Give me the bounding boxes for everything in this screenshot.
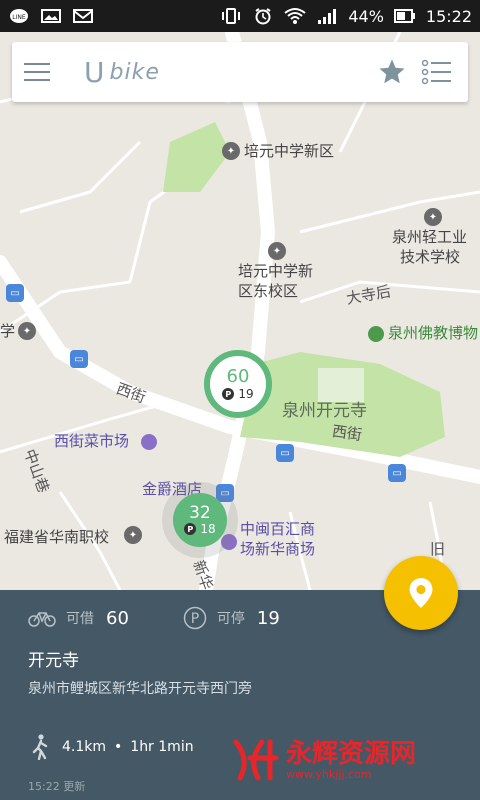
map-label: 泉州佛教博物 <box>388 324 479 342</box>
availability-row: 可借 60 P 可停 19 <box>28 606 280 630</box>
map-label: 区东校区 <box>238 282 299 300</box>
app-logo: Ubike <box>84 56 160 89</box>
map-label: 培元中学新区 <box>244 142 335 160</box>
borrow-label: 可借 <box>66 611 94 627</box>
watermark-text: 永辉资源网 <box>286 738 417 769</box>
menu-icon-line <box>24 71 50 73</box>
menu-icon-line <box>24 63 50 65</box>
battery-icon <box>393 7 416 25</box>
school-icon: ✦ <box>124 526 142 544</box>
borrow-count: 60 <box>106 607 129 629</box>
alarm-icon <box>252 7 274 25</box>
school-icon: ✦ <box>268 242 286 260</box>
line-icon: LINE <box>8 7 30 25</box>
park-label: 可停 <box>216 611 245 627</box>
walking-info: 4.1km • 1hr 1min <box>30 734 194 760</box>
school-icon: ✦ <box>18 322 36 340</box>
map-label: 泉州开元寺 <box>282 401 367 421</box>
bike-icon <box>28 612 56 627</box>
map-label: 泉州轻工业 <box>392 228 468 246</box>
station-marker[interactable]: 32 P 18 <box>162 482 238 558</box>
school-icon: ✦ <box>424 208 442 226</box>
separator-dot: • <box>114 739 123 755</box>
museum-icon <box>368 326 384 342</box>
location-pin-icon <box>409 578 433 608</box>
marker-park-value: 19 <box>238 387 254 401</box>
bus-stop-icon: ▭ <box>6 284 24 302</box>
image-icon <box>40 7 62 25</box>
svg-text:P: P <box>191 611 199 627</box>
walk-distance: 4.1km <box>62 739 107 755</box>
map-label: 旧 <box>430 540 446 558</box>
map-label: 培元中学新 <box>238 262 314 280</box>
locate-button[interactable] <box>384 556 458 630</box>
marker-park-count: P 18 <box>184 522 216 536</box>
signal-icon <box>316 7 338 25</box>
map-label: 场新华商场 <box>240 540 316 558</box>
bus-stop-icon: ▭ <box>388 464 406 482</box>
vibrate-icon <box>220 7 242 25</box>
station-marker-selected[interactable]: 60 P 19 <box>204 350 272 418</box>
marker-bike-count: 32 <box>189 503 211 523</box>
bus-stop-icon: ▭ <box>276 444 294 462</box>
watermark: 永辉资源网 www.yhkjjj.com <box>232 738 416 782</box>
shop-icon <box>141 434 157 450</box>
parking-icon: P <box>183 606 207 630</box>
station-name: 开元寺 <box>28 651 79 671</box>
walking-icon <box>32 734 48 760</box>
map-label: 技术学校 <box>400 248 461 266</box>
menu-icon-line <box>24 79 50 81</box>
watermark-logo <box>232 738 280 782</box>
mail-icon <box>72 7 94 25</box>
map-label: 中闽百汇商 <box>240 520 316 538</box>
wifi-icon <box>284 7 306 25</box>
school-icon: ✦ <box>222 142 240 160</box>
walk-time: 1hr 1min <box>130 739 194 755</box>
marker-bike-count: 60 <box>226 366 250 387</box>
status-bar: LINE 44% 15:22 <box>0 0 480 32</box>
park-count: 19 <box>256 607 280 629</box>
station-address: 泉州市鲤城区新华北路开元寺西门旁 <box>28 681 252 697</box>
map-view[interactable]: ✦ ✦ ✦ ✦ ✦ ▭ ▭ ▭ ▭ ▭ 培元中学新区 培元中学新 区东校区 泉州… <box>0 32 480 590</box>
star-icon <box>379 59 405 84</box>
battery-percent: 44% <box>348 6 384 26</box>
marker-park-count: P 19 <box>222 387 254 401</box>
status-time: 15:22 <box>425 6 472 26</box>
map-roads <box>0 32 480 590</box>
updated-time: 15:22 更新 <box>28 780 86 793</box>
parking-icon: P <box>222 388 235 400</box>
logo-text: bike <box>109 59 160 85</box>
list-icon <box>422 59 451 85</box>
app-bar: Ubike <box>12 42 468 102</box>
map-label: 学 <box>0 322 16 340</box>
map-label: 福建省华南职校 <box>4 528 110 546</box>
watermark-url: www.yhkjjj.com <box>286 767 372 781</box>
map-label: 西街菜市场 <box>54 432 130 450</box>
station-marker-body: 32 P 18 <box>173 493 227 547</box>
watermark-text-block: 永辉资源网 www.yhkjjj.com <box>286 740 416 781</box>
bus-stop-icon: ▭ <box>70 350 88 368</box>
parking-icon: P <box>184 523 197 535</box>
svg-text:LINE: LINE <box>12 14 26 21</box>
station-list-button[interactable] <box>412 52 462 92</box>
marker-park-value: 18 <box>200 522 216 536</box>
favorites-button[interactable] <box>372 52 412 92</box>
logo-prefix: U <box>84 55 106 89</box>
menu-button[interactable] <box>12 42 62 102</box>
